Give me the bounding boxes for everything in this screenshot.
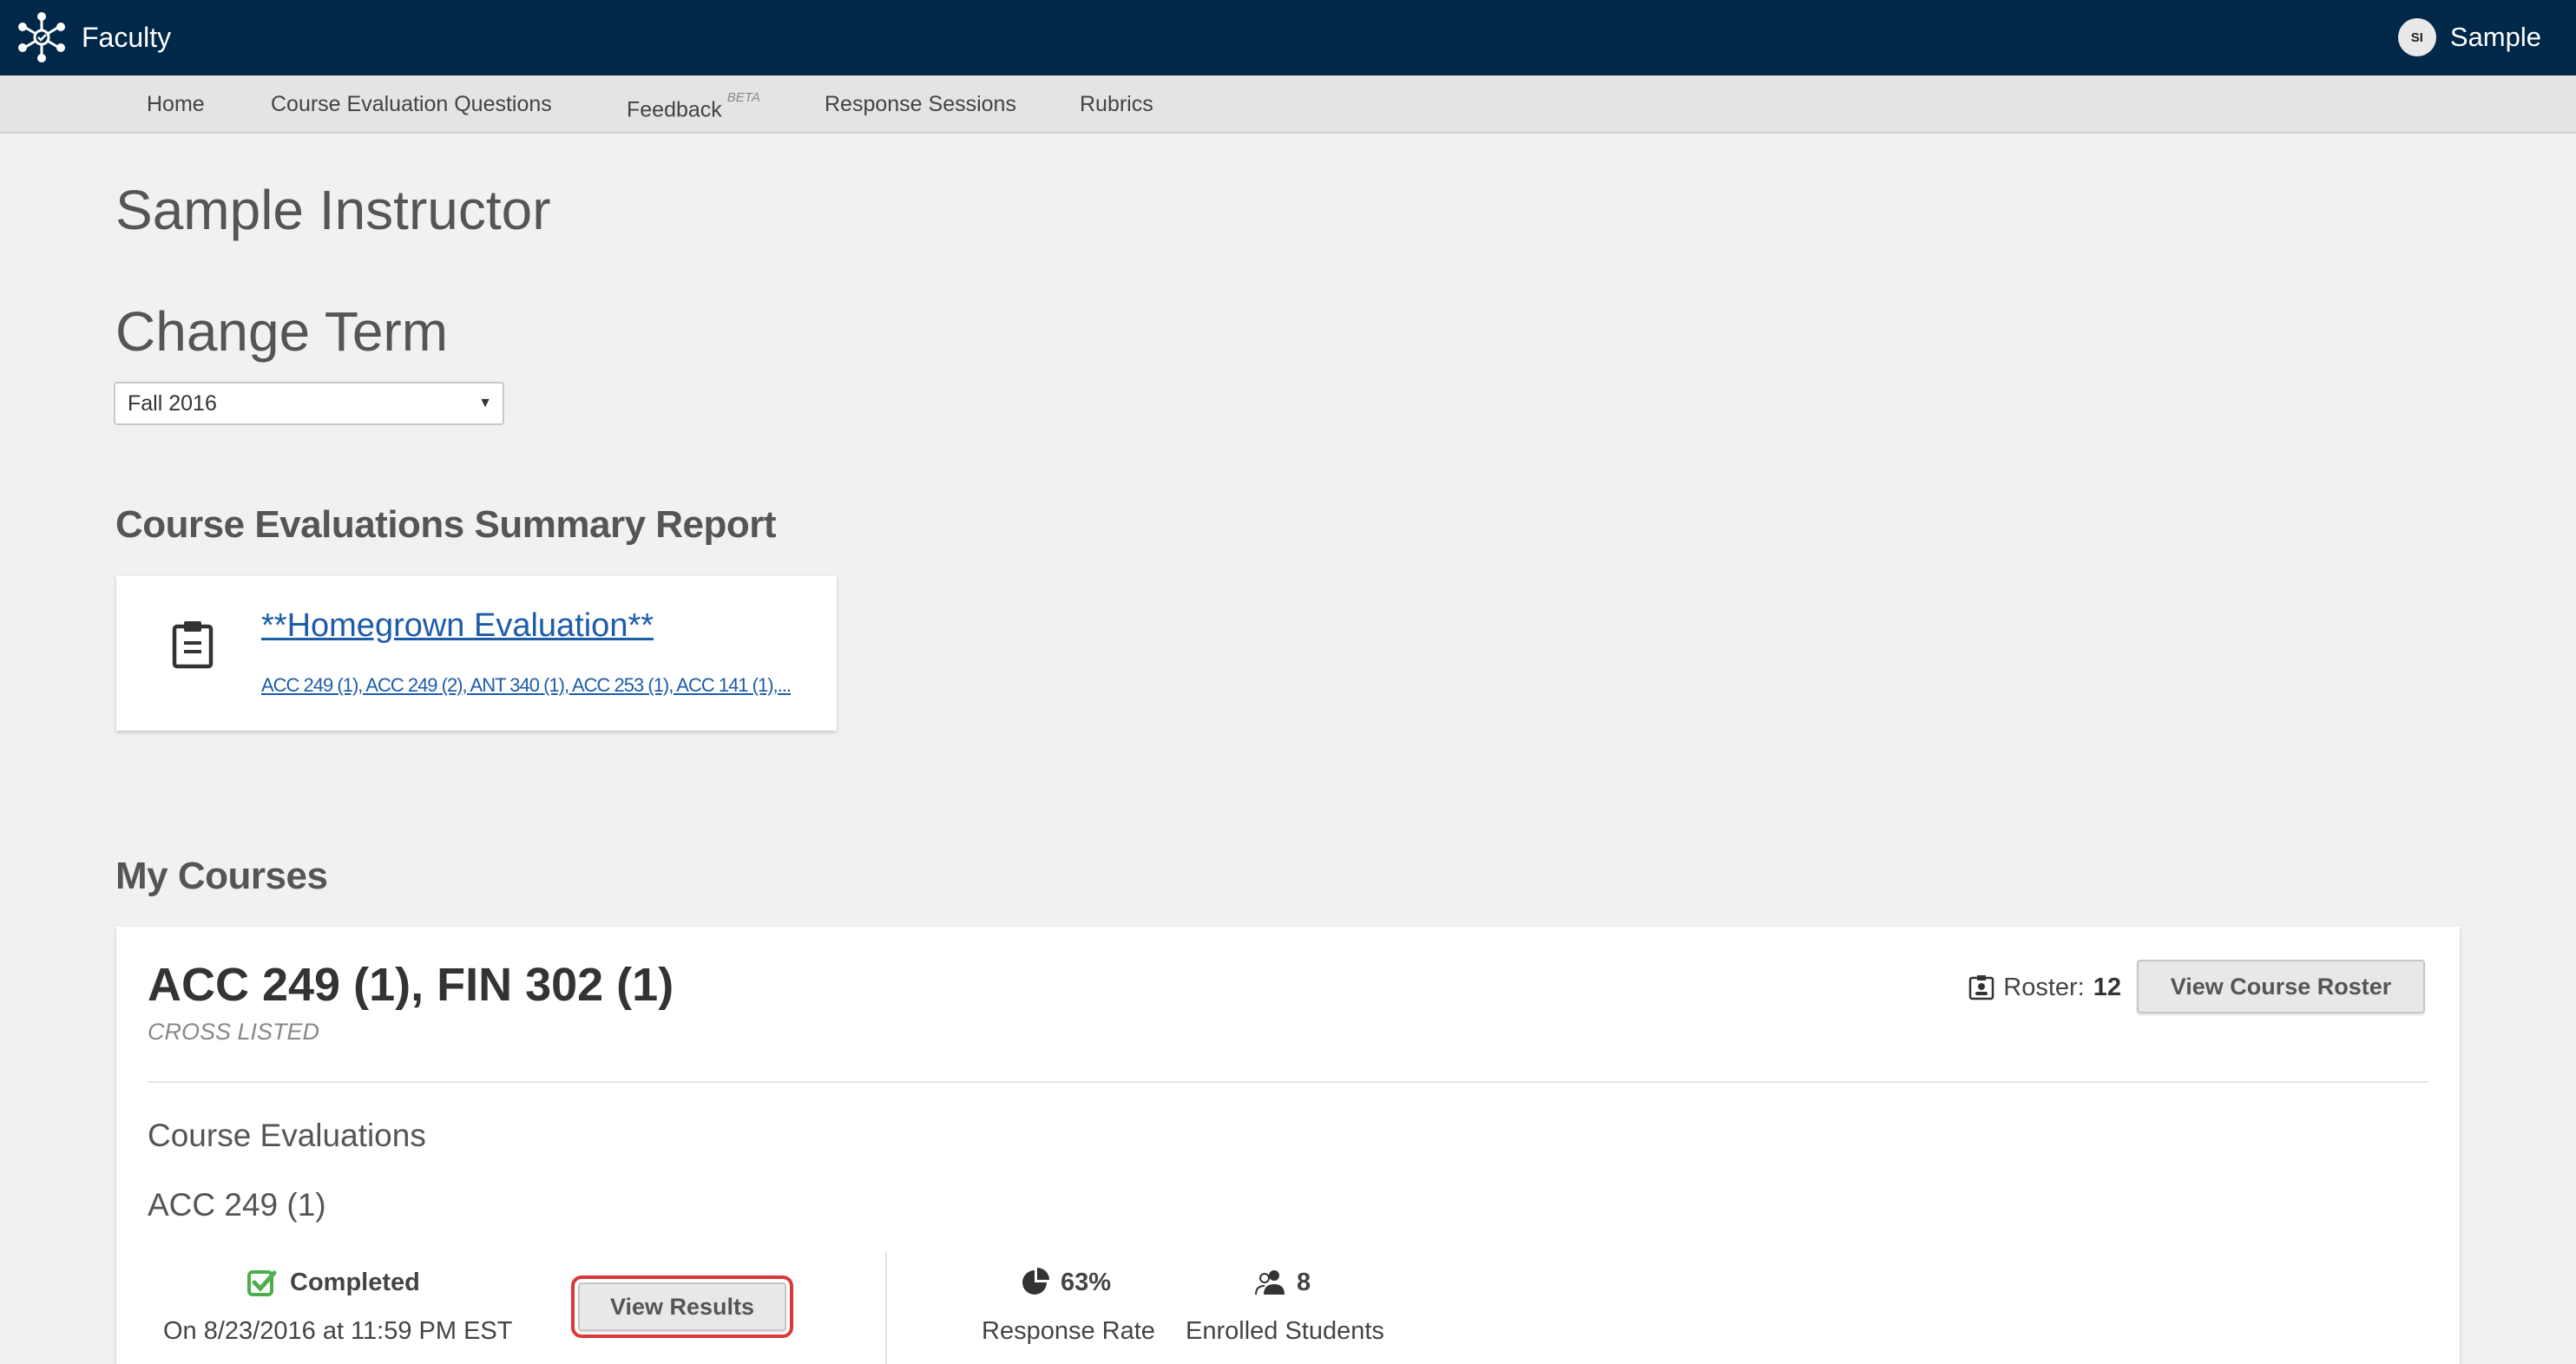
nav-response-sessions[interactable]: Response Sessions <box>825 75 1016 134</box>
my-courses-heading: My Courses <box>115 855 328 897</box>
response-rate-label: Response Rate <box>982 1317 1155 1345</box>
term-select[interactable]: Fall 2016 ▼ <box>114 382 504 425</box>
top-bar: Faculty SI Sample <box>0 0 2576 75</box>
nav-course-evaluation-questions[interactable]: Course Evaluation Questions <box>271 75 552 134</box>
change-term-heading: Change Term <box>115 300 449 363</box>
network-logo-icon <box>18 12 65 62</box>
term-select-value: Fall 2016 <box>128 391 217 416</box>
status-text: Completed <box>290 1268 420 1296</box>
status-completed: Completed <box>246 1265 420 1300</box>
cross-listed-label: CROSS LISTED <box>148 1019 320 1045</box>
summary-report-heading: Course Evaluations Summary Report <box>115 503 777 546</box>
main-nav: Home Course Evaluation Questions Feedbac… <box>0 75 2576 134</box>
divider <box>148 1081 2428 1083</box>
roster-info: Roster: 12 <box>1968 970 2121 1005</box>
nav-home[interactable]: Home <box>147 75 205 134</box>
response-rate-value: 63% <box>1061 1268 1112 1296</box>
course-evaluations-heading: Course Evaluations <box>148 1118 426 1153</box>
id-card-icon <box>1969 975 1994 1000</box>
avatar: SI <box>2397 18 2436 56</box>
check-square-icon <box>247 1270 277 1296</box>
nav-feedback[interactable]: Feedback BETA <box>627 75 760 134</box>
enrolled-label: Enrolled Students <box>1186 1317 1384 1345</box>
page-title: Sample Instructor <box>115 179 551 241</box>
pie-chart-icon <box>1022 1268 1049 1295</box>
beta-badge: BETA <box>726 90 760 105</box>
course-title: ACC 249 (1), FIN 302 (1) <box>148 959 674 1011</box>
view-results-button[interactable]: View Results <box>571 1275 793 1338</box>
nav-rubrics[interactable]: Rubrics <box>1080 75 1153 134</box>
view-course-roster-button[interactable]: View Course Roster <box>2137 960 2425 1013</box>
vertical-divider <box>885 1252 887 1364</box>
caret-down-icon: ▼ <box>478 396 492 410</box>
report-courses-link[interactable]: ACC 249 (1), ACC 249 (2), ANT 340 (1), A… <box>261 674 817 697</box>
clipboard-icon <box>172 621 214 669</box>
response-rate-stat: 63% <box>1019 1265 1111 1300</box>
nav-feedback-label: Feedback <box>627 97 722 122</box>
brand[interactable]: Faculty <box>14 10 171 64</box>
user-name: Sample <box>2449 22 2541 52</box>
roster-count: 12 <box>2093 973 2121 1001</box>
summary-report-card: **Homegrown Evaluation** ACC 249 (1), AC… <box>116 576 837 731</box>
user-menu[interactable]: SI Sample <box>2397 17 2541 57</box>
roster-label: Roster: <box>2003 973 2085 1001</box>
report-link[interactable]: **Homegrown Evaluation** <box>261 607 654 645</box>
enrolled-value: 8 <box>1297 1268 1311 1296</box>
app-name: Faculty <box>82 21 172 53</box>
status-date: On 8/23/2016 at 11:59 PM EST <box>163 1317 513 1345</box>
users-icon <box>1255 1270 1285 1295</box>
section-name: ACC 249 (1) <box>148 1187 326 1223</box>
enrolled-stat: 8 <box>1255 1265 1311 1300</box>
course-card: ACC 249 (1), FIN 302 (1) CROSS LISTED Ro… <box>116 927 2460 1364</box>
